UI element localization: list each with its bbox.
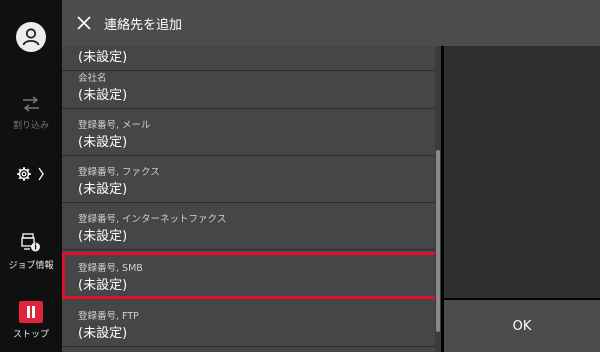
list-item-value: (未設定) [78,182,128,197]
close-button[interactable] [64,0,104,46]
chevron-right-icon [38,167,44,181]
user-avatar-button[interactable] [16,22,46,52]
list-item-company-name[interactable]: 会社名 (未設定) [62,62,440,109]
close-icon [77,16,91,30]
list-item-label: 登録番号, ファクス [78,167,160,178]
job-status-button[interactable]: ジョブ情報 [0,232,62,271]
interrupt-button[interactable]: 割り込み [0,96,62,131]
list-item-value: (未設定) [78,135,128,150]
list-item-registration-smb[interactable]: 登録番号, SMB (未設定) [62,252,440,299]
stop-button[interactable]: ストップ [0,301,62,340]
title-bar: 連絡先を追加 [62,0,600,46]
contact-fields-list: (未設定) 会社名 (未設定) 登録番号, メール (未設定) 登録番号, ファ… [62,46,440,352]
list-scrollbar-thumb[interactable] [436,150,440,332]
job-status-icon [21,233,40,252]
page-title: 連絡先を追加 [104,17,183,33]
list-item-value: (未設定) [78,229,128,244]
settings-button[interactable] [0,163,62,185]
user-icon [22,28,40,46]
left-rail: 割り込み ジョブ情報 ストップ [0,0,62,352]
list-item-label: 登録番号, FTP [78,311,139,322]
stop-label: ストップ [12,330,49,340]
list-item-label: 登録番号, SMB [78,263,143,274]
interrupt-icon [23,96,39,112]
gear-icon [17,167,44,181]
list-item-registration-ftp[interactable]: 登録番号, FTP (未設定) [62,300,440,347]
list-item-registration-fax[interactable]: 登録番号, ファクス (未設定) [62,156,440,203]
ok-button[interactable]: OK [444,300,600,352]
list-item-label: 会社名 [78,73,107,84]
list-item-value: (未設定) [78,278,128,293]
list-item-value: (未設定) [78,326,128,341]
pause-icon [19,301,43,323]
interrupt-label: 割り込み [12,121,49,131]
right-panel [444,46,600,298]
list-item-registration-internet-fax[interactable]: 登録番号, インターネットファクス (未設定) [62,203,440,250]
job-status-label: ジョブ情報 [8,261,54,271]
list-item-value: (未設定) [78,88,128,103]
list-item-label: 登録番号, インターネットファクス [78,214,227,225]
list-item-label: 登録番号, メール [78,120,151,131]
list-item-registration-email[interactable]: 登録番号, メール (未設定) [62,109,440,156]
